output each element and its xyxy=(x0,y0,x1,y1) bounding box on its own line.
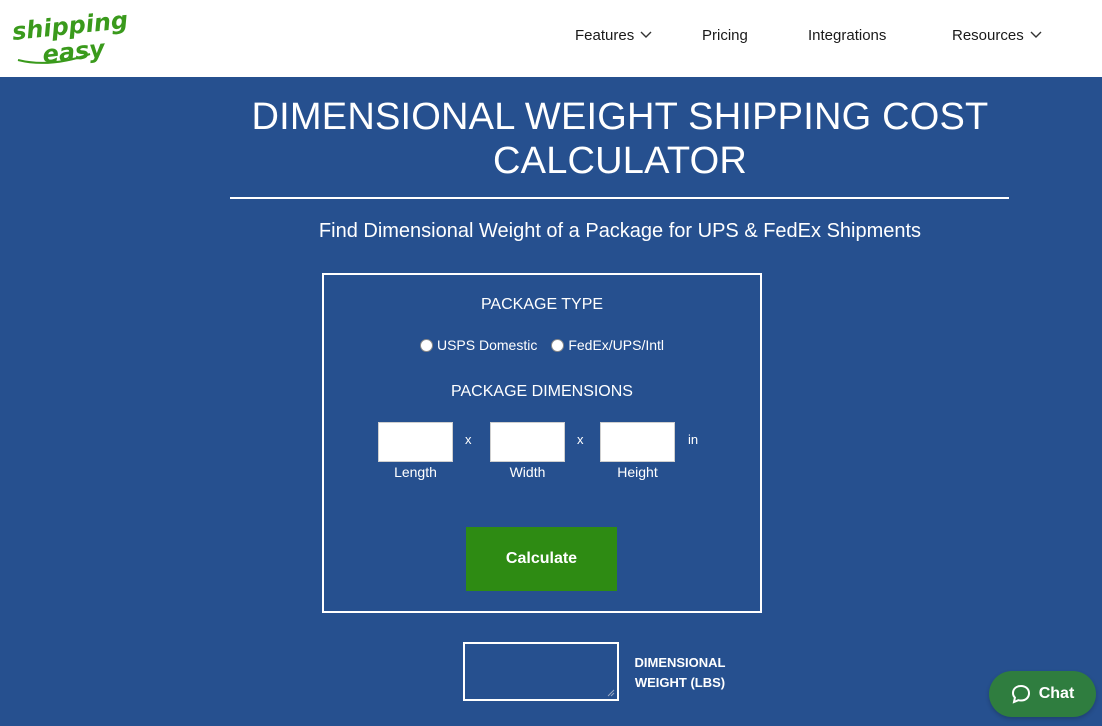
chat-bubble-icon xyxy=(1011,684,1030,704)
page-subtitle: Find Dimensional Weight of a Package for… xyxy=(318,220,922,242)
calculator-panel: PACKAGE TYPE USPS Domestic FedEx/UPS/Int… xyxy=(322,273,762,613)
radio-usps-domestic-label: USPS Domestic xyxy=(436,337,538,353)
nav-pricing[interactable]: Pricing xyxy=(702,24,748,46)
nav-features-label: Features xyxy=(575,26,635,44)
height-input[interactable] xyxy=(600,422,675,462)
width-label: Width xyxy=(509,464,546,480)
radio-fedex-ups-intl[interactable]: FedEx/UPS/Intl xyxy=(551,337,664,353)
width-input[interactable] xyxy=(490,422,565,462)
svg-text:easy: easy xyxy=(41,34,107,66)
length-input[interactable] xyxy=(378,422,453,462)
nav-integrations[interactable]: Integrations xyxy=(808,24,886,46)
dimensional-weight-label: DIMENSIONAL WEIGHT (LBS) xyxy=(634,655,726,690)
package-dimensions-heading: PACKAGE DIMENSIONS xyxy=(451,383,633,400)
package-type-heading: PACKAGE TYPE xyxy=(480,296,604,313)
nav-features[interactable]: Features xyxy=(575,24,652,46)
dimension-separator: x xyxy=(465,432,472,447)
chevron-down-icon xyxy=(640,31,652,38)
dimension-unit: in xyxy=(688,432,699,447)
nav-integrations-label: Integrations xyxy=(808,26,887,44)
shippingeasy-logo[interactable]: shipping easy xyxy=(10,8,140,66)
page-title: DIMENSIONAL WEIGHT SHIPPING COST CALCULA… xyxy=(251,96,989,182)
dimensional-weight-output[interactable] xyxy=(463,642,619,701)
resize-handle-icon[interactable] xyxy=(607,689,615,697)
nav-pricing-label: Pricing xyxy=(702,26,748,44)
radio-usps-domestic[interactable]: USPS Domestic xyxy=(419,337,538,353)
chevron-down-icon xyxy=(1030,31,1042,38)
height-label: Height xyxy=(617,464,658,480)
length-label: Length xyxy=(394,464,437,480)
title-divider xyxy=(230,197,1009,199)
nav-resources-label: Resources xyxy=(952,26,1024,44)
package-type-options: USPS Domestic FedEx/UPS/Intl xyxy=(324,337,760,353)
nav-resources[interactable]: Resources xyxy=(952,24,1042,46)
radio-fedex-ups-intl-label: FedEx/UPS/Intl xyxy=(568,337,665,353)
chat-label: Chat xyxy=(1038,685,1075,702)
radio-button[interactable] xyxy=(551,338,565,352)
dimension-separator: x xyxy=(577,432,584,447)
site-header: shipping easy Features Pricing Integrati… xyxy=(0,0,1102,77)
radio-button[interactable] xyxy=(419,338,433,352)
calculate-button[interactable]: Calculate xyxy=(466,527,617,591)
chat-button[interactable]: Chat xyxy=(989,671,1096,717)
